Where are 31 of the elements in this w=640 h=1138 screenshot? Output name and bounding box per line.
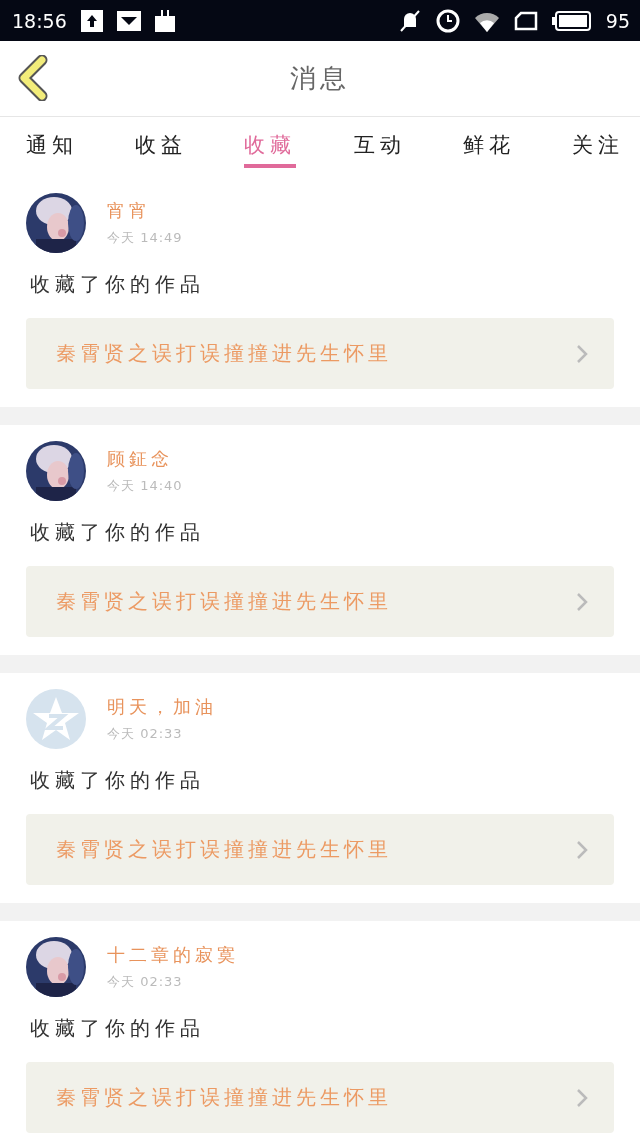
user-name: 宵宵 (107, 199, 152, 223)
sim-card-icon (513, 10, 538, 31)
page-title: 消息 (290, 62, 350, 95)
message-text: 收藏了你的作品 (30, 1015, 206, 1042)
upload-icon (80, 9, 103, 32)
message-time: 今天 02:33 (107, 725, 184, 743)
back-button[interactable] (16, 55, 50, 101)
message-time: 今天 14:40 (107, 477, 183, 495)
chevron-right-icon (576, 839, 588, 860)
battery-icon (551, 9, 592, 32)
chevron-right-icon (576, 343, 588, 364)
status-time: 18:56 (12, 9, 67, 32)
user-name: 明天，加油 (107, 695, 217, 719)
avatar-icon (26, 689, 86, 749)
muted-bell-icon (397, 8, 422, 33)
tab[interactable]: 关注 (571, 117, 624, 168)
user-name: 十二章的寂寞 (107, 943, 239, 967)
tab[interactable]: 通知 (26, 117, 78, 168)
alarm-icon (435, 8, 460, 33)
message-text: 收藏了你的作品 (30, 271, 206, 298)
user-name: 顾鉦念 (107, 447, 174, 471)
message-time: 今天 14:49 (107, 229, 183, 247)
message-text: 收藏了你的作品 (30, 519, 206, 546)
message-text: 收藏了你的作品 (30, 767, 206, 794)
tab[interactable]: 互动 (353, 117, 406, 168)
chevron-right-icon (576, 1087, 588, 1108)
battery-level: 95 (605, 9, 630, 32)
tab[interactable]: 鲜花 (462, 117, 515, 168)
tab[interactable]: 收益 (135, 117, 188, 168)
chevron-right-icon (576, 591, 588, 612)
message-time: 今天 02:33 (107, 973, 184, 991)
